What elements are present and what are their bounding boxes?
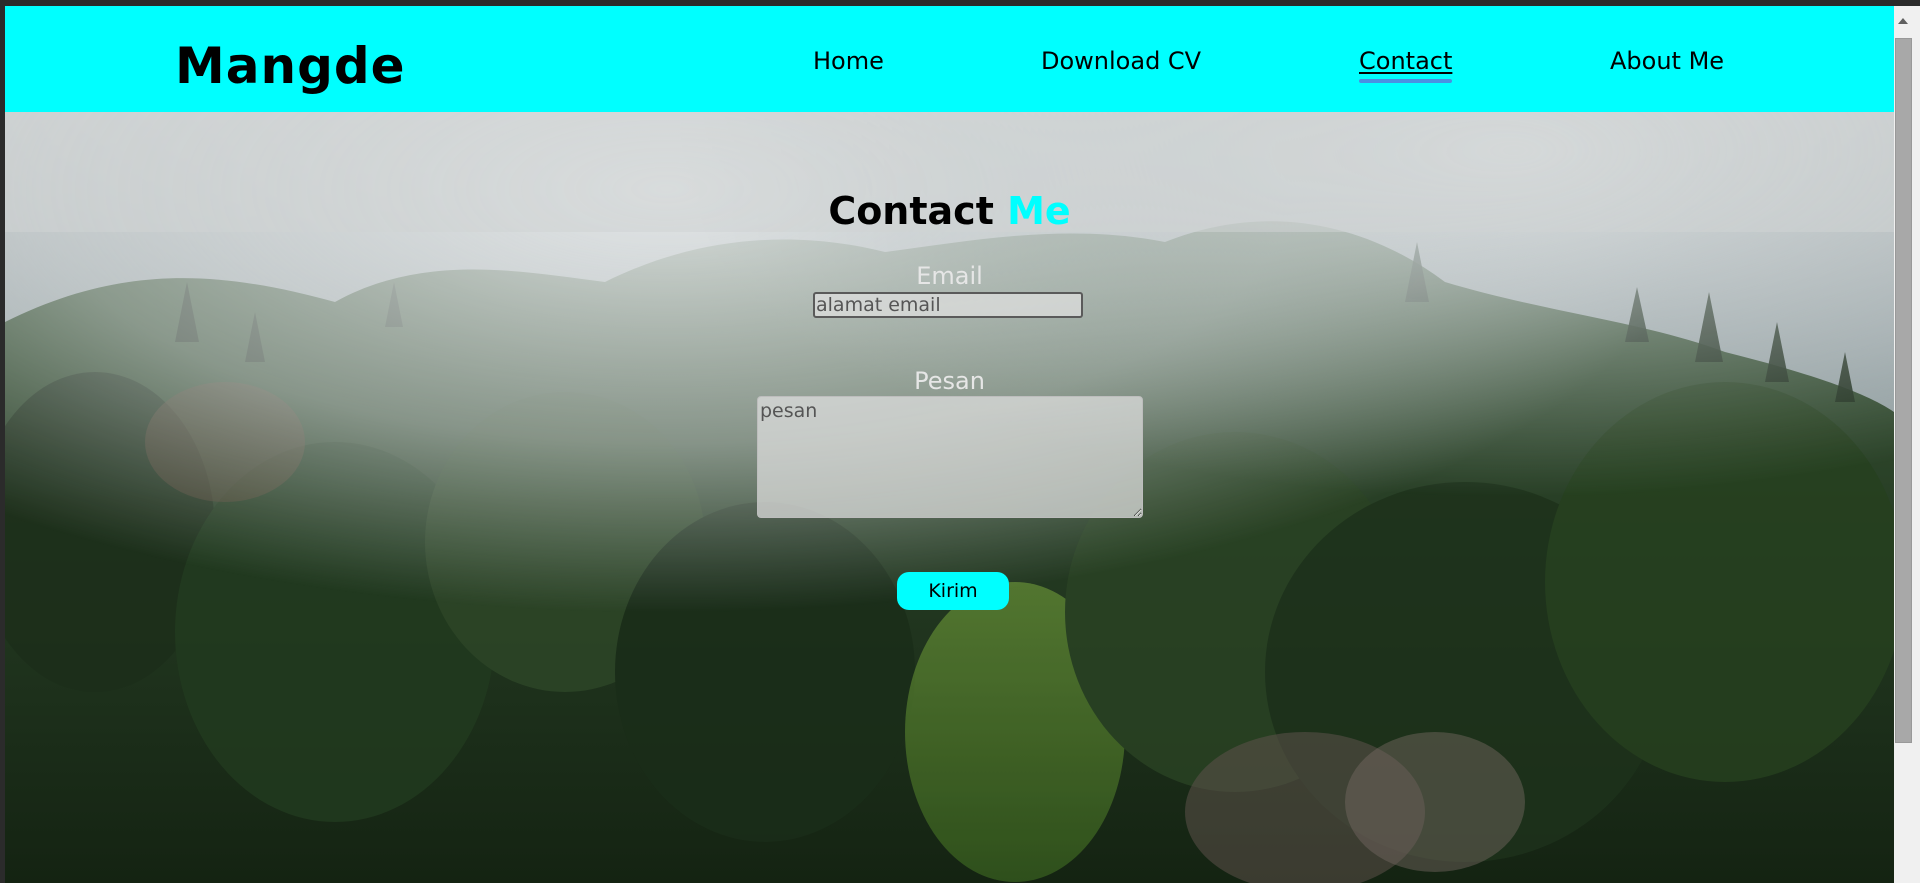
message-textarea[interactable] — [757, 396, 1143, 518]
chevron-up-icon[interactable] — [1898, 18, 1908, 24]
nav-link-about-me[interactable]: About Me — [1610, 46, 1724, 76]
scrollbar-thumb[interactable] — [1895, 38, 1912, 743]
submit-button[interactable]: Kirim — [897, 572, 1009, 610]
browser-window: Mangde Home Download CV Contact About Me — [0, 0, 1920, 883]
brand-logo-text[interactable]: Mangde — [175, 36, 406, 96]
page-viewport: Mangde Home Download CV Contact About Me — [5, 6, 1894, 883]
email-label: Email — [916, 262, 983, 290]
vertical-scrollbar[interactable] — [1894, 6, 1920, 883]
nav-link-contact[interactable]: Contact — [1359, 46, 1453, 83]
top-navbar: Mangde Home Download CV Contact About Me — [5, 6, 1894, 112]
email-field[interactable] — [813, 292, 1083, 318]
nav-link-download-cv[interactable]: Download CV — [1041, 46, 1201, 76]
contact-heading-accent: Me — [1007, 189, 1071, 233]
nav-link-home[interactable]: Home — [813, 46, 884, 76]
message-label: Pesan — [914, 367, 985, 395]
contact-heading-main: Contact — [828, 189, 994, 233]
contact-heading: Contact Me — [5, 188, 1894, 234]
